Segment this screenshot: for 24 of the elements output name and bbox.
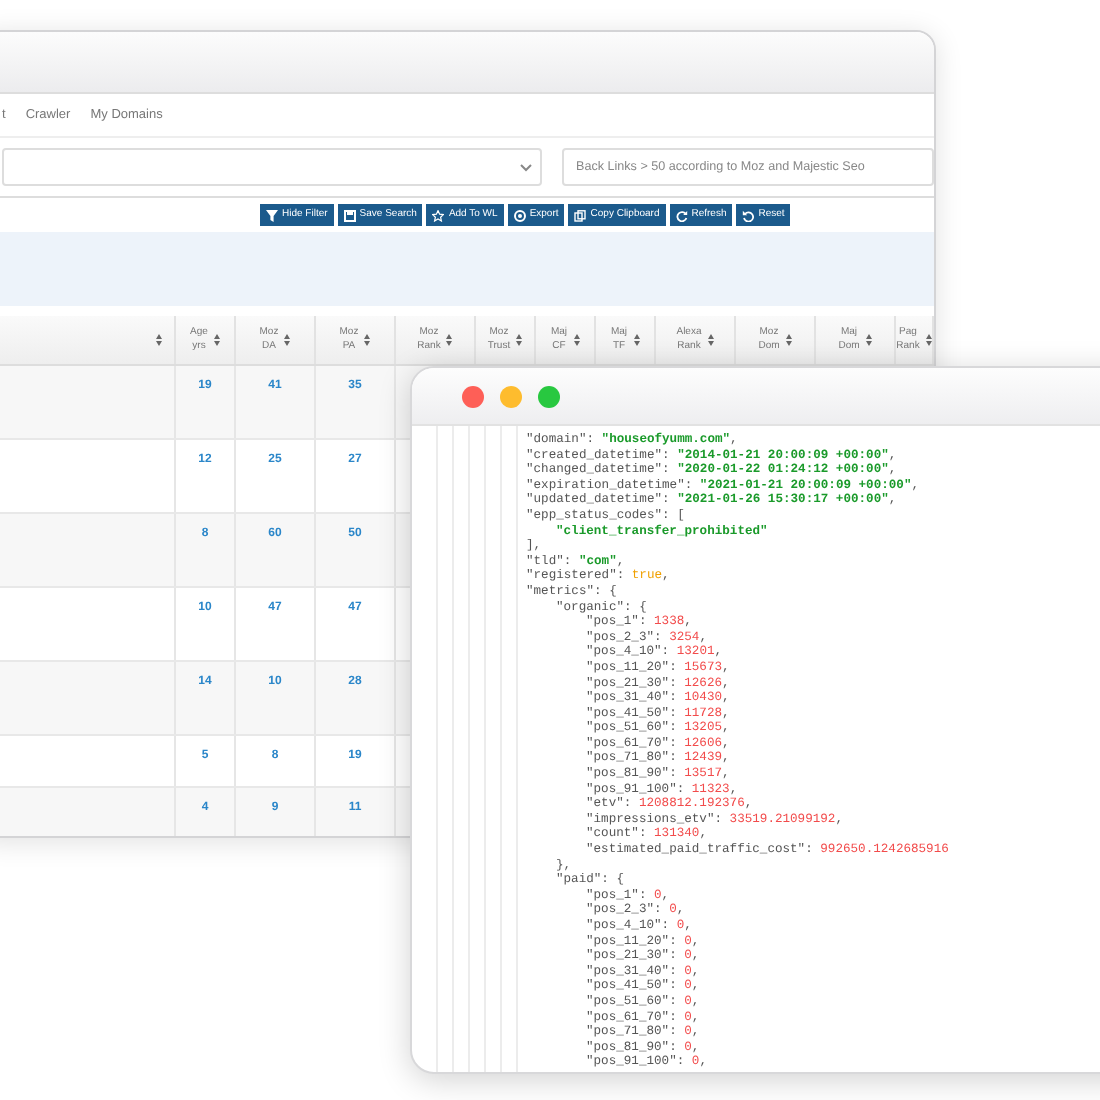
- sort-icon: [707, 334, 714, 346]
- floppy-icon: [343, 209, 356, 221]
- sort-icon: [516, 334, 523, 346]
- sort-icon: [633, 334, 640, 346]
- sort-icon: [284, 334, 291, 346]
- export-icon: [513, 209, 526, 221]
- filter-select[interactable]: [2, 148, 542, 186]
- refresh-icon: [675, 209, 688, 221]
- star-icon: [432, 209, 445, 221]
- sort-icon: [865, 334, 872, 346]
- sort-icon: [925, 334, 932, 346]
- funnel-icon: [266, 209, 278, 221]
- minimize-button[interactable]: [500, 385, 522, 407]
- copy-icon: [574, 209, 587, 221]
- sort-icon: [785, 334, 792, 346]
- close-button[interactable]: [462, 385, 484, 407]
- sort-icon: [573, 334, 580, 346]
- sort-icon: [213, 334, 220, 346]
- undo-icon: [742, 209, 755, 221]
- maximize-button[interactable]: [538, 385, 560, 407]
- sort-icon: [446, 334, 453, 346]
- sort-icon: [364, 334, 371, 346]
- sort-icon: [156, 334, 162, 346]
- chevron-icon: [520, 163, 532, 171]
